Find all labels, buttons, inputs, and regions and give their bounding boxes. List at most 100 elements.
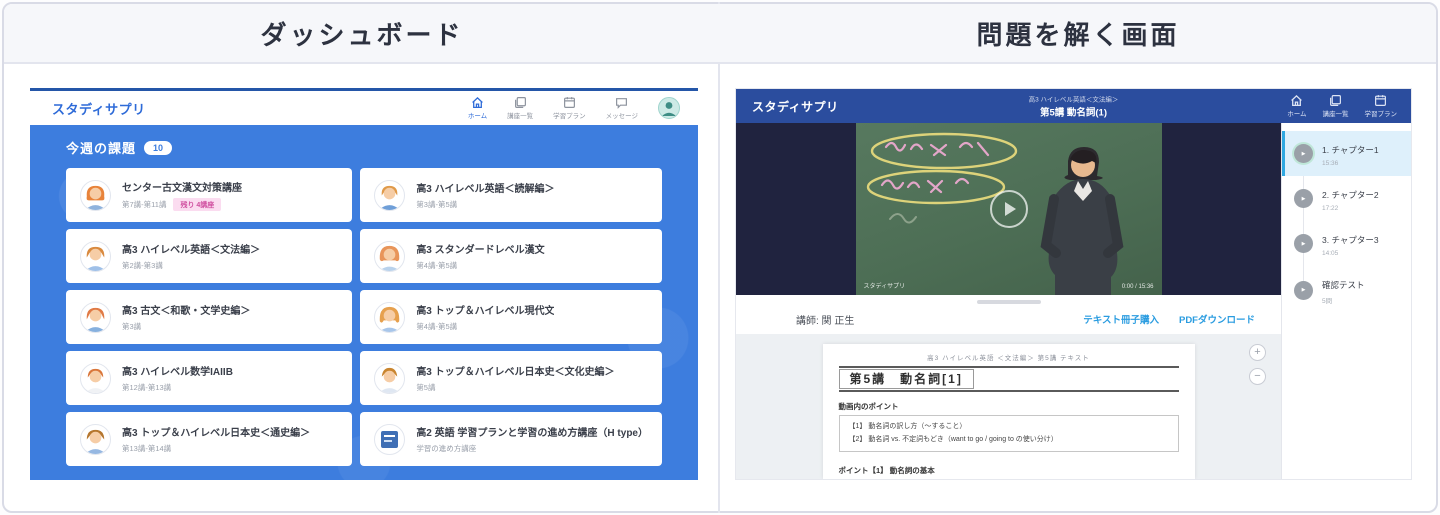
video-point-1: 【1】 動名詞の訳し方（〜すること） xyxy=(848,423,967,430)
buy-textbook-link[interactable]: テキスト冊子購入 xyxy=(1083,312,1159,326)
pdf-download-link[interactable]: PDFダウンロード xyxy=(1179,312,1255,326)
course-card-text: 高3 スタンダードレベル漢文 第4講-第5講 xyxy=(416,241,544,271)
chapter-item-3[interactable]: ▶ 3. チャプター3 14:05 xyxy=(1282,221,1411,266)
home-icon xyxy=(1291,95,1303,107)
chapter-play-icon: ▶ xyxy=(1294,189,1313,208)
chapter-duration: 15:36 xyxy=(1322,160,1339,167)
nav-courses-label: 講座一覧 xyxy=(1322,111,1349,118)
course-card-text: 高3 ハイレベル英語＜読解編＞ 第3講-第5講 xyxy=(416,180,554,210)
textbook-viewer[interactable]: 高3 ハイレベル英語 ＜文法編＞ 第5講 テキスト 第5講 動名詞[1] 動画内… xyxy=(736,334,1281,479)
course-subtitle: 第3講-第5講 xyxy=(416,200,458,209)
player-stage: スタディサプリ 0:00 / 15:36 講師: 関 正生 テキスト冊子購入 P… xyxy=(736,123,1281,479)
user-avatar[interactable] xyxy=(658,97,680,119)
lesson-links: テキスト冊子購入 PDFダウンロード xyxy=(1083,312,1255,326)
course-subtitle: 第2講-第3講 xyxy=(122,261,163,270)
nav-plan[interactable]: 学習プラン xyxy=(553,96,586,120)
course-card-text: 高3 古文＜和歌・文学史編＞ 第3講 xyxy=(122,302,250,332)
nav-message-label: メッセージ xyxy=(605,113,638,120)
studysapuri-logo[interactable]: スタディサプリ xyxy=(52,99,146,118)
plan-icon xyxy=(1375,95,1387,106)
course-card-text: センター古文漢文対策講座 第7講-第11講 残り 4講座 xyxy=(122,179,242,211)
problem-panel-title: 問題を解く画面 xyxy=(976,19,1180,50)
course-title: 高3 トップ＆ハイレベル日本史＜通史編＞ xyxy=(122,428,311,439)
teacher-avatar-icon xyxy=(80,179,111,211)
video-timestamp: 0:00 / 15:36 xyxy=(1121,284,1154,290)
nav-courses[interactable]: 講座一覧 xyxy=(1323,94,1349,118)
video-points-label: 動画内のポイント xyxy=(838,402,899,411)
doc-zoom-controls: + − xyxy=(1249,344,1266,385)
message-icon xyxy=(616,98,628,109)
screenshot-canvas: ダッシュボード 問題を解く画面 スタディサプリ ホーム 講座一覧 学習プラン メ… xyxy=(0,0,1440,515)
chapter-duration: 5問 xyxy=(1322,298,1333,305)
chapter-item-test[interactable]: ▶ 確認テスト 5問 xyxy=(1282,266,1411,314)
chapter-item-2[interactable]: ▶ 2. チャプター2 17:22 xyxy=(1282,176,1411,221)
dashboard-header: スタディサプリ ホーム 講座一覧 学習プラン メッセージ xyxy=(30,91,698,125)
nav-courses[interactable]: 講座一覧 xyxy=(507,96,533,120)
studysapuri-logo-white[interactable]: スタディサプリ xyxy=(752,98,839,115)
course-card[interactable]: 高3 スタンダードレベル漢文 第4講-第5講 xyxy=(360,229,662,283)
course-card[interactable]: 高3 トップ＆ハイレベル日本史＜文化史編＞ 第5講 xyxy=(360,351,662,405)
lesson-meta-row: 講師: 関 正生 テキスト冊子購入 PDFダウンロード xyxy=(736,304,1281,334)
course-card-text: 高3 トップ＆ハイレベル日本史＜文化史編＞ 第5講 xyxy=(416,363,614,393)
test-icon: ▶ xyxy=(1294,280,1313,300)
course-subtitle: 第3講 xyxy=(122,322,142,331)
course-card[interactable]: 高2 英語 学習プランと学習の進め方講座（H type） 学習の進め方講座 xyxy=(360,412,662,466)
course-title: 高2 英語 学習プランと学習の進め方講座（H type） xyxy=(416,428,648,439)
course-card-grid: センター古文漢文対策講座 第7講-第11講 残り 4講座 高3 ハイレベル英語＜… xyxy=(66,168,662,466)
chapter-duration: 14:05 xyxy=(1322,250,1339,257)
teacher-avatar-icon xyxy=(374,301,406,333)
zoom-out-button[interactable]: − xyxy=(1249,368,1266,385)
play-button[interactable] xyxy=(989,190,1028,228)
course-breadcrumb: 高3 ハイレベル英語＜文法編＞ xyxy=(1028,96,1119,104)
play-icon xyxy=(1004,202,1016,216)
course-card[interactable]: 高3 トップ＆ハイレベル現代文 第4講-第5講 xyxy=(360,290,662,344)
chapter-play-icon: ▶ xyxy=(1294,234,1313,253)
lesson-player-screenshot: スタディサプリ 高3 ハイレベル英語＜文法編＞ 第5講 動名詞(1) ホーム 講… xyxy=(735,88,1412,480)
course-card[interactable]: 高3 ハイレベル英語＜文法編＞ 第2講-第3講 xyxy=(66,229,353,283)
nav-plan-label: 学習プラン xyxy=(1364,111,1398,118)
nav-home-label: ホーム xyxy=(1287,111,1307,118)
chapter-label: 2. チャプター2 xyxy=(1322,190,1379,200)
point-section-title: ポイント【1】 動名詞の基本 xyxy=(838,465,935,475)
course-title: 高3 トップ＆ハイレベル日本史＜文化史編＞ xyxy=(416,367,615,378)
right-title-cell: 問題を解く画面 xyxy=(720,4,1436,64)
course-card[interactable]: 高3 古文＜和歌・文学史編＞ 第3講 xyxy=(66,290,353,344)
chapter-label: 1. チャプター1 xyxy=(1322,145,1379,155)
dashboard-body: 今週の課題 10 センター古文漢文対策講座 第7講-第11講 残り 4講座 高3… xyxy=(30,125,698,480)
course-title: 高3 ハイレベル英語＜読解編＞ xyxy=(416,184,555,195)
teacher-avatar-icon xyxy=(80,240,111,272)
course-card[interactable]: 高3 ハイレベル英語＜読解編＞ 第3講-第5講 xyxy=(360,168,662,222)
teacher-avatar-icon xyxy=(374,362,406,394)
nav-plan[interactable]: 学習プラン xyxy=(1364,94,1398,118)
chapter-play-icon: ▶ xyxy=(1294,144,1313,163)
teacher-name: 講師: 関 正生 xyxy=(796,315,855,327)
week-assignments-count-badge: 10 xyxy=(144,140,173,155)
course-card[interactable]: 高3 ハイレベル数学IAIIB 第12講-第13講 xyxy=(66,351,353,405)
teacher-avatar-icon xyxy=(374,179,406,211)
week-assignments-label: 今週の課題 xyxy=(66,141,137,156)
zoom-in-button[interactable]: + xyxy=(1249,344,1266,361)
video-points-box: 【1】 動名詞の訳し方（〜すること） 【2】 動名詞 vs. 不定詞もどき（wa… xyxy=(838,415,1179,452)
nav-home[interactable]: ホーム xyxy=(1287,94,1307,118)
player-body: スタディサプリ 0:00 / 15:36 講師: 関 正生 テキスト冊子購入 P… xyxy=(736,123,1411,479)
course-subtitle: 第7講-第11講 xyxy=(122,200,167,209)
course-subtitle: 第4講-第5講 xyxy=(416,261,458,270)
course-card[interactable]: センター古文漢文対策講座 第7講-第11講 残り 4講座 xyxy=(66,168,353,222)
course-title: 高3 古文＜和歌・文学史編＞ xyxy=(122,306,251,317)
dashboard-panel-title: ダッシュボード xyxy=(260,19,464,50)
video-watermark: スタディサプリ xyxy=(863,284,906,290)
textbook-title-rules: 第5講 動名詞[1] xyxy=(838,366,1179,392)
nav-home-label: ホーム xyxy=(467,113,488,120)
nav-home[interactable]: ホーム xyxy=(468,96,487,120)
course-card[interactable]: 高3 トップ＆ハイレベル日本史＜通史編＞ 第13講-第14講 xyxy=(66,412,353,466)
course-title: 高3 ハイレベル英語＜文法編＞ xyxy=(122,245,261,256)
nav-message[interactable]: メッセージ xyxy=(606,96,638,120)
chapter-item-1[interactable]: ▶ 1. チャプター1 15:36 xyxy=(1282,131,1411,176)
plan-icon xyxy=(563,97,575,108)
teacher-avatar-icon xyxy=(80,301,111,333)
chapter-sidebar: ▶ 1. チャプター1 15:36 ▶ 2. チャプター2 17:22 ▶ 3.… xyxy=(1281,123,1411,479)
lecture-video[interactable]: スタディサプリ 0:00 / 15:36 xyxy=(855,123,1162,295)
video-letterbox: スタディサプリ 0:00 / 15:36 xyxy=(736,123,1281,295)
title-band: ダッシュボード 問題を解く画面 xyxy=(4,4,1436,64)
teacher-avatar-icon xyxy=(80,423,111,455)
